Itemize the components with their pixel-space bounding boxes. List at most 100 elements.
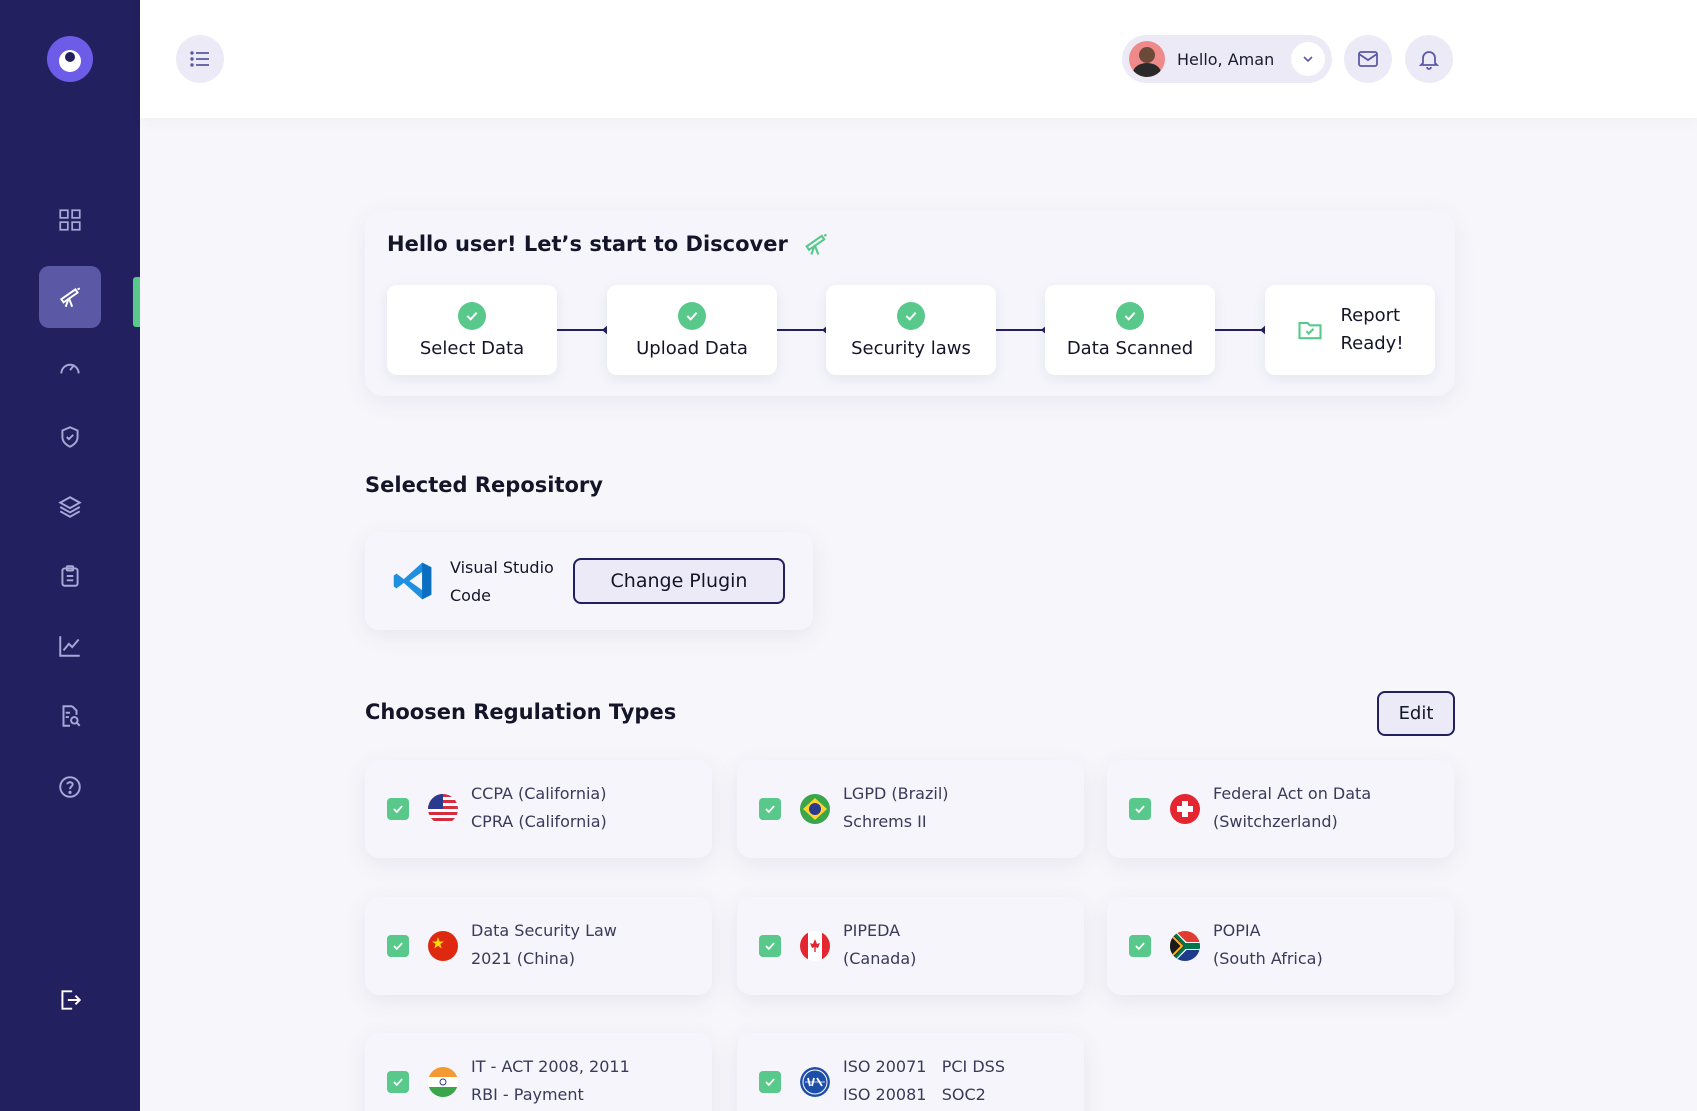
canada-flag-icon	[800, 931, 830, 961]
folder-check-icon	[1298, 321, 1322, 340]
app-logo[interactable]	[47, 36, 93, 82]
step-data-scanned[interactable]: Data Scanned	[1045, 285, 1215, 375]
mail-button[interactable]	[1344, 35, 1392, 83]
regulation-text: CCPA (California) CPRA (California)	[471, 780, 607, 836]
list-menu-icon	[190, 51, 209, 67]
discover-progress-card: Hello user! Let’s start to Discover Sele…	[365, 210, 1455, 396]
step-connector	[996, 324, 1048, 336]
repository-name: Visual Studio Code	[450, 554, 570, 610]
step-label: Data Scanned	[1066, 337, 1194, 359]
regulation-types-title: Choosen Regulation Types	[365, 700, 677, 724]
regulation-line: LGPD (Brazil)	[843, 784, 949, 803]
regulation-line: CPRA (California)	[471, 812, 607, 831]
menu-toggle-button[interactable]	[176, 35, 224, 83]
step-select-data[interactable]: Select Data	[387, 285, 557, 375]
repository-name-line: Code	[450, 586, 491, 605]
regulation-line: (Switchzerland)	[1213, 812, 1338, 831]
progress-title-text: Hello user! Let’s start to Discover	[387, 232, 788, 256]
step-upload-data[interactable]: Upload Data	[607, 285, 777, 375]
usa-flag-icon	[428, 794, 458, 824]
checkbox-checked[interactable]	[759, 935, 781, 957]
chevron-down-icon[interactable]	[1291, 42, 1325, 76]
checkbox-checked[interactable]	[387, 1071, 409, 1093]
check-circle-icon	[678, 301, 706, 330]
step-label-line: Ready!	[1340, 333, 1404, 354]
regulation-text: IT - ACT 2008, 2011 RBI - Payment	[471, 1053, 630, 1109]
regulation-line: CCPA (California)	[471, 784, 607, 803]
checkbox-checked[interactable]	[1129, 935, 1151, 957]
repository-name-line: Visual Studio	[450, 558, 554, 577]
regulation-card: LGPD (Brazil) Schrems II	[737, 760, 1084, 858]
notifications-button[interactable]	[1405, 35, 1453, 83]
bell-icon	[1418, 51, 1440, 70]
active-nav-marker	[133, 277, 140, 327]
regulation-text: POPIA (South Africa)	[1213, 917, 1323, 973]
clipboard-icon[interactable]	[39, 545, 101, 607]
checkbox-checked[interactable]	[759, 1071, 781, 1093]
regulation-text: Federal Act on Data (Switchzerland)	[1213, 780, 1371, 836]
step-label-line: Report	[1340, 305, 1401, 326]
regulation-line: ISO 20081 SOC2	[843, 1085, 986, 1104]
user-menu[interactable]: Hello, Aman	[1122, 35, 1332, 83]
switzerland-flag-icon	[1170, 794, 1200, 824]
regulation-card: POPIA (South Africa)	[1107, 897, 1454, 995]
regulation-line: RBI - Payment	[471, 1085, 584, 1104]
step-label: Upload Data	[636, 337, 748, 359]
repository-card: Visual Studio Code Change Plugin	[365, 532, 813, 630]
discover-telescope-icon[interactable]	[39, 266, 101, 328]
user-greeting: Hello, Aman	[1177, 49, 1275, 69]
brazil-flag-icon	[800, 794, 830, 824]
regulation-text: LGPD (Brazil) Schrems II	[843, 780, 949, 836]
regulation-line: ISO 20071 PCI DSS	[843, 1057, 1005, 1076]
check-circle-icon	[458, 301, 486, 330]
checkbox-checked[interactable]	[387, 935, 409, 957]
south-africa-flag-icon	[1170, 931, 1200, 961]
regulation-card: Federal Act on Data (Switchzerland)	[1107, 760, 1454, 858]
step-label: Report Ready!	[1340, 302, 1403, 358]
iso-logo-icon	[800, 1067, 830, 1097]
edit-button[interactable]: Edit	[1377, 691, 1455, 736]
regulation-line: PIPEDA	[843, 921, 901, 940]
regulation-line: IT - ACT 2008, 2011	[471, 1057, 630, 1076]
dashboard-grid-icon[interactable]	[39, 189, 101, 251]
step-security-laws[interactable]: Security laws	[826, 285, 996, 375]
check-circle-icon	[1116, 301, 1144, 330]
regulation-card: ISO 20071 PCI DSS ISO 20081 SOC2	[737, 1033, 1084, 1111]
sidebar	[0, 0, 140, 1111]
step-connector	[557, 324, 609, 336]
china-flag-icon	[428, 931, 458, 961]
regulation-line: POPIA	[1213, 921, 1261, 940]
help-icon[interactable]	[39, 756, 101, 818]
shield-check-icon[interactable]	[39, 406, 101, 468]
vscode-icon	[393, 562, 432, 600]
telescope-icon	[805, 233, 827, 255]
regulation-text: PIPEDA (Canada)	[843, 917, 916, 973]
step-report-ready[interactable]: Report Ready!	[1265, 285, 1435, 375]
step-connector	[1215, 324, 1267, 336]
check-circle-icon	[897, 301, 925, 330]
speedometer-icon[interactable]	[39, 337, 101, 399]
india-flag-icon	[428, 1067, 458, 1097]
checkbox-checked[interactable]	[759, 798, 781, 820]
regulation-line: Data Security Law	[471, 921, 617, 940]
document-search-icon[interactable]	[39, 685, 101, 747]
logout-icon[interactable]	[39, 969, 101, 1031]
step-connector	[777, 324, 829, 336]
change-plugin-button[interactable]: Change Plugin	[573, 558, 785, 604]
regulation-card: IT - ACT 2008, 2011 RBI - Payment	[365, 1033, 712, 1111]
regulation-line: Federal Act on Data	[1213, 784, 1372, 803]
step-label: Security laws	[851, 337, 971, 359]
regulation-line: (South Africa)	[1213, 949, 1323, 968]
regulation-line: 2021 (China)	[471, 949, 575, 968]
checkbox-checked[interactable]	[1129, 798, 1151, 820]
regulation-line: Schrems II	[843, 812, 927, 831]
regulation-card: Data Security Law 2021 (China)	[365, 897, 712, 995]
selected-repository-title: Selected Repository	[365, 473, 603, 497]
regulation-line: (Canada)	[843, 949, 917, 968]
regulation-card: PIPEDA (Canada)	[737, 897, 1084, 995]
regulation-card: CCPA (California) CPRA (California)	[365, 760, 712, 858]
checkbox-checked[interactable]	[387, 798, 409, 820]
line-chart-icon[interactable]	[39, 615, 101, 677]
layers-icon[interactable]	[39, 476, 101, 538]
mail-icon	[1358, 51, 1378, 67]
